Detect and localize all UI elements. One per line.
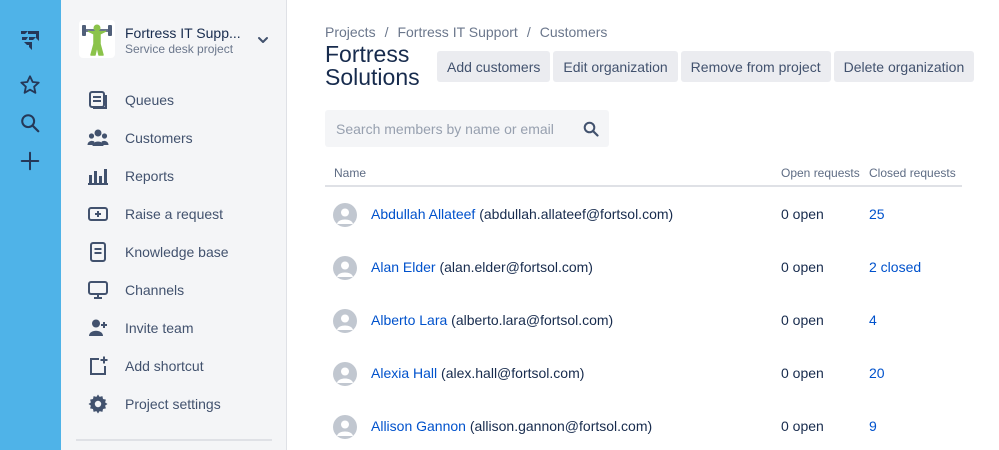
avatar — [333, 309, 357, 333]
open-requests: 0 open — [781, 206, 824, 222]
project-switcher[interactable]: Fortress IT Supp... Service desk project — [79, 20, 271, 62]
add-customers-button[interactable]: Add customers — [437, 51, 551, 82]
sidebar-item-label: Customers — [125, 130, 193, 146]
breadcrumb-project[interactable]: Fortress IT Support — [397, 24, 517, 40]
breadcrumb-separator: / — [526, 24, 531, 40]
closed-requests-link[interactable]: 20 — [869, 365, 885, 381]
column-header-closed-requests[interactable]: Closed requests — [869, 166, 956, 180]
channels-icon — [87, 279, 109, 301]
sidebar-item-label: Raise a request — [125, 206, 224, 222]
breadcrumb-customers[interactable]: Customers — [540, 24, 608, 40]
open-requests: 0 open — [781, 365, 824, 381]
raise-request-icon — [87, 203, 109, 225]
sidebar-item-label: Queues — [125, 92, 175, 108]
search-input[interactable] — [325, 110, 565, 147]
sidebar-item-reports[interactable]: Reports — [87, 161, 277, 191]
sidebar-item-queues[interactable]: Queues — [87, 85, 277, 115]
column-header-name[interactable]: Name — [334, 166, 366, 180]
invite-team-icon — [87, 317, 109, 339]
edit-organization-button[interactable]: Edit organization — [553, 51, 678, 82]
sidebar-item-label: Add shortcut — [125, 358, 204, 374]
customer-name-link[interactable]: Abdullah Allateef — [371, 206, 475, 222]
search-icon[interactable] — [583, 121, 599, 137]
sidebar-divider — [76, 439, 272, 441]
sidebar-item-knowledge-base[interactable]: Knowledge base — [87, 237, 277, 267]
customer-name-link[interactable]: Allison Gannon — [371, 418, 466, 434]
customer-email: (alan.elder@fortsol.com) — [439, 259, 593, 275]
sidebar-item-label: Reports — [125, 168, 175, 184]
action-bar: Add customers Edit organization Remove f… — [437, 51, 977, 82]
open-requests: 0 open — [781, 259, 824, 275]
customer-email: (abdullah.allateef@fortsol.com) — [479, 206, 674, 222]
gear-icon — [87, 393, 109, 415]
avatar — [333, 362, 357, 386]
jira-logo-icon[interactable] — [18, 28, 42, 52]
add-shortcut-icon — [87, 355, 109, 377]
customer-email: (alberto.lara@fortsol.com) — [451, 312, 614, 328]
open-requests: 0 open — [781, 418, 824, 434]
customers-icon — [87, 127, 109, 149]
table-row: Alan Elder (alan.elder@fortsol.com) 0 op… — [325, 241, 962, 294]
reports-icon — [87, 165, 109, 187]
sidebar-item-project-settings[interactable]: Project settings — [87, 389, 277, 419]
closed-requests-link[interactable]: 9 — [869, 418, 877, 434]
main-content: Projects / Fortress IT Support / Customers F… — [288, 0, 999, 450]
customer-email: (alex.hall@fortsol.com) — [441, 365, 585, 381]
avatar — [333, 203, 357, 227]
breadcrumb-projects[interactable]: Projects — [325, 24, 376, 40]
customer-name-link[interactable]: Alberto Lara — [371, 312, 447, 328]
open-requests: 0 open — [781, 312, 824, 328]
global-nav — [0, 0, 61, 450]
breadcrumb: Projects / Fortress IT Support / Customers — [325, 24, 607, 40]
sidebar-item-add-shortcut[interactable]: Add shortcut — [87, 351, 277, 381]
search-icon[interactable] — [18, 111, 42, 135]
breadcrumb-separator: / — [384, 24, 389, 40]
table-header: Name Open requests Closed requests — [325, 160, 962, 187]
customer-name-link[interactable]: Alexia Hall — [371, 365, 437, 381]
table-row: Alexia Hall (alex.hall@fortsol.com) 0 op… — [325, 347, 962, 400]
star-icon[interactable] — [18, 73, 42, 97]
table-row: Abdullah Allateef (abdullah.allateef@for… — [325, 188, 962, 241]
plus-icon[interactable] — [18, 149, 42, 173]
customer-email: (allison.gannon@fortsol.com) — [469, 418, 653, 434]
column-header-open-requests[interactable]: Open requests — [781, 166, 860, 180]
avatar — [333, 256, 357, 280]
sidebar-item-label: Invite team — [125, 320, 194, 336]
project-avatar — [79, 20, 115, 58]
closed-requests-link[interactable]: 25 — [869, 206, 885, 222]
table-row: Allison Gannon (allison.gannon@fortsol.c… — [325, 400, 962, 450]
sidebar-item-label: Project settings — [125, 396, 221, 412]
closed-requests-link[interactable]: 2 closed — [869, 259, 921, 275]
chevron-down-icon — [258, 37, 268, 43]
project-sidebar: Fortress IT Supp... Service desk project… — [61, 0, 287, 450]
delete-organization-button[interactable]: Delete organization — [833, 51, 975, 82]
customer-name-link[interactable]: Alan Elder — [371, 259, 436, 275]
search-box — [325, 110, 609, 147]
closed-requests-link[interactable]: 4 — [869, 312, 877, 328]
sidebar-item-channels[interactable]: Channels — [87, 275, 277, 305]
sidebar-item-customers[interactable]: Customers — [87, 123, 277, 153]
sidebar-item-invite-team[interactable]: Invite team — [87, 313, 277, 343]
remove-from-project-button[interactable]: Remove from project — [680, 51, 831, 82]
knowledge-base-icon — [87, 241, 109, 263]
sidebar-item-label: Channels — [125, 282, 185, 298]
sidebar-item-label: Knowledge base — [125, 244, 229, 260]
sidebar-item-raise-request[interactable]: Raise a request — [87, 199, 277, 229]
page-title: Fortress Solutions — [325, 41, 420, 90]
queues-icon — [87, 89, 109, 111]
project-type: Service desk project — [125, 42, 234, 56]
project-name: Fortress IT Supp... — [125, 25, 241, 41]
table-row: Alberto Lara (alberto.lara@fortsol.com) … — [325, 294, 962, 347]
avatar — [333, 415, 357, 439]
